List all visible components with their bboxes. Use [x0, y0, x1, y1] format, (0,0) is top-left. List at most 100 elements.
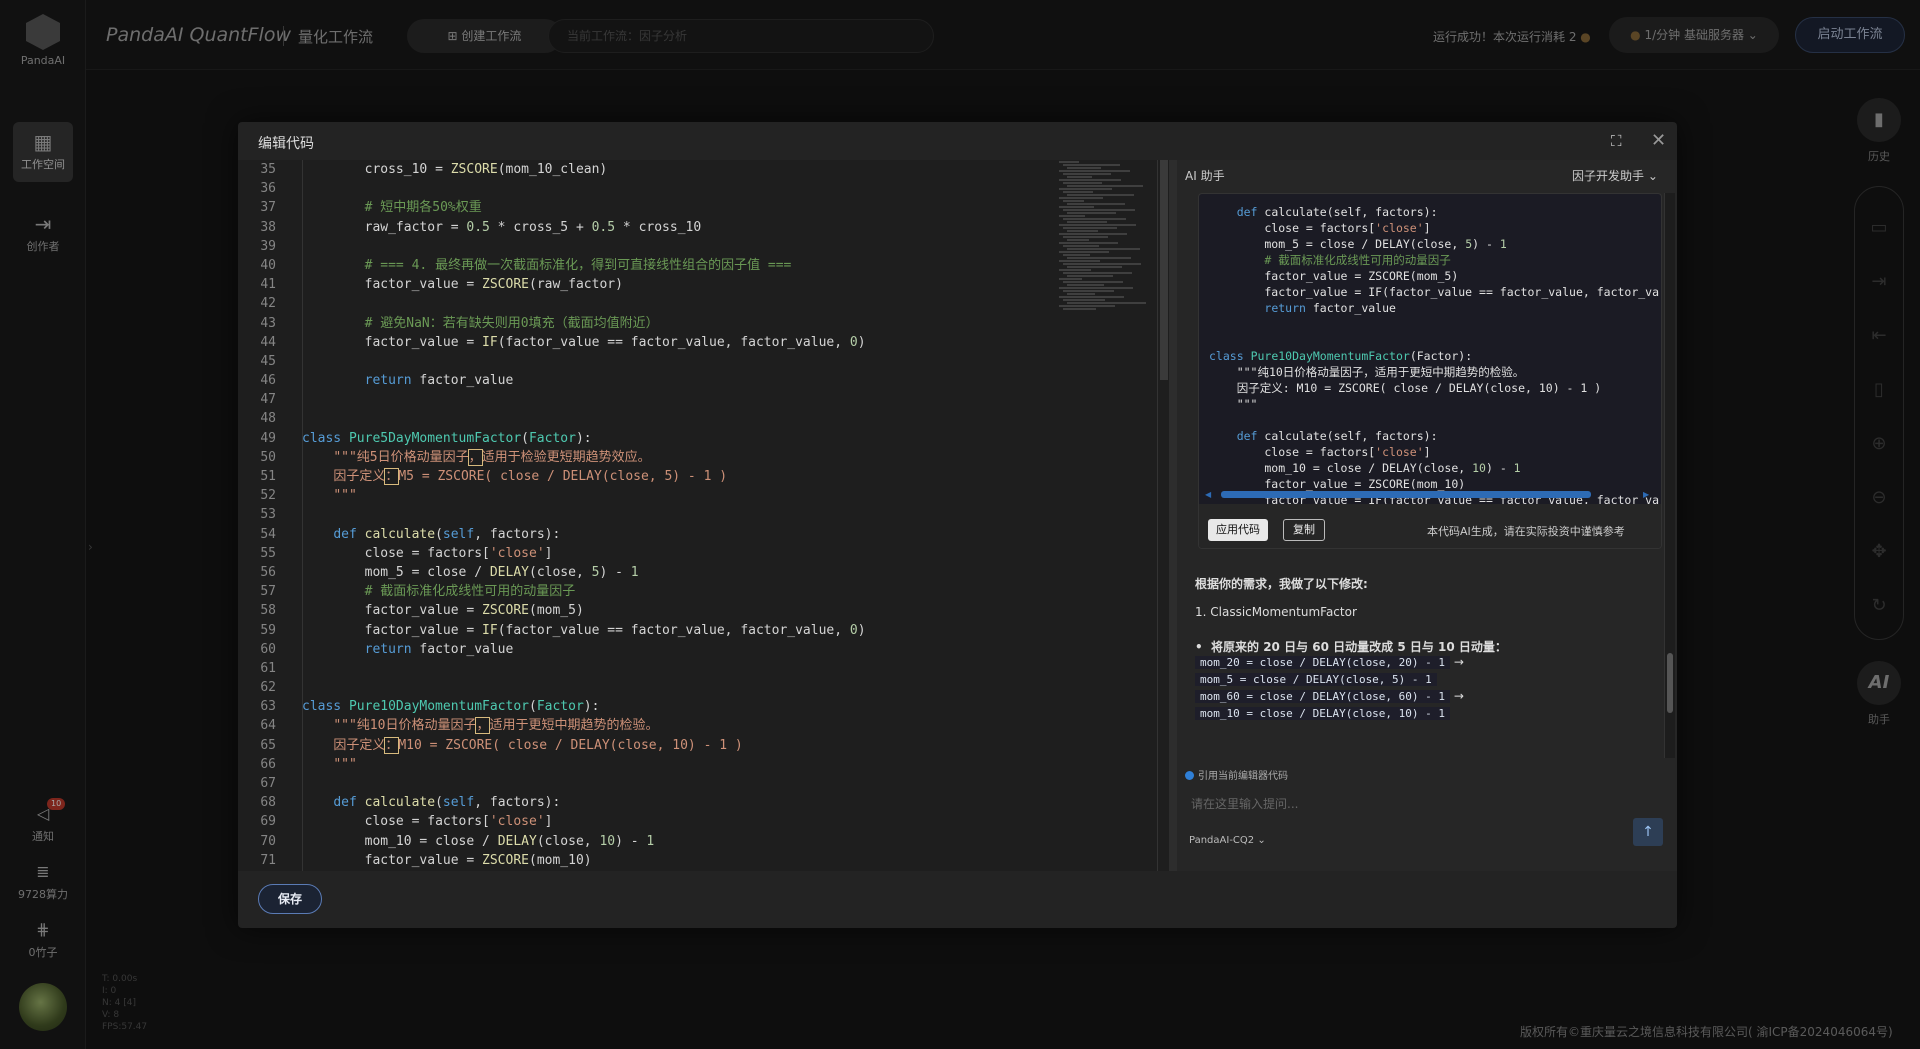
assistant-mode-select[interactable]: 因子开发助手 ⌄ — [1572, 167, 1658, 184]
ai-code-line: factor_value = ZSCORE(mom_5) — [1209, 268, 1659, 284]
app-root: PandaAI ▦ 工作空间 ⇥ 创作者 ◁ 10 通知 ≣ 9728算力 ⋕ … — [0, 0, 1920, 1049]
code-line: 53 — [238, 505, 1058, 524]
line-number: 46 — [260, 373, 276, 389]
chevron-down-icon: ⌄ — [1644, 169, 1658, 183]
code-token: ( — [521, 430, 529, 446]
copy-button[interactable]: 复制 — [1283, 519, 1325, 541]
code-line: 65 因子定义：M10 = ZSCORE( close / DELAY(clos… — [238, 736, 1058, 755]
scroll-right-icon[interactable]: ▶ — [1643, 490, 1649, 499]
maximize-icon[interactable]: ⛶ — [1611, 132, 1622, 150]
code-hscrollbar[interactable]: ◀ ▶ — [1203, 490, 1655, 499]
code-token: ) - — [1472, 237, 1500, 251]
code-editor[interactable]: 35 cross_10 = ZSCORE(mom_10_clean) 36 37 #… — [238, 160, 1169, 871]
line-content: factor_value = IF(factor_value == factor… — [302, 621, 866, 640]
apply-code-button[interactable]: 应用代码 — [1208, 519, 1268, 541]
scroll-left-icon[interactable]: ◀ — [1205, 490, 1211, 499]
scroll-thumb[interactable] — [1160, 160, 1168, 380]
line-content: 因子定义：M5 = ZSCORE( close / DELAY(close, 5… — [302, 467, 727, 486]
line-number: 36 — [260, 181, 276, 197]
code-lines: 35 cross_10 = ZSCORE(mom_10_clean) 36 37 #… — [238, 160, 1058, 871]
bullet-dot: • — [1195, 640, 1212, 654]
code-minimap[interactable] — [1059, 160, 1159, 330]
line-content: class Pure10DayMomentumFactor(Factor): — [302, 697, 599, 716]
ai-code-line: def calculate(self, factors): — [1209, 204, 1659, 220]
code-token: return — [1264, 301, 1306, 315]
minimap-line — [1067, 203, 1125, 205]
code-token: class — [1209, 349, 1244, 363]
code-token: 10 — [1472, 461, 1486, 475]
code-token: ] — [544, 814, 553, 830]
code-token: factor_value = ZSCORE(mom_5) — [1209, 269, 1459, 283]
code-line: 36 — [238, 179, 1058, 198]
code-token: calculate(self, factors): — [1257, 205, 1438, 219]
code-token: def — [333, 795, 357, 811]
minimap-line — [1063, 227, 1117, 229]
message-text: 根据你的需求，我做了以下修改: — [1195, 577, 1368, 591]
chat-scrollbar[interactable] — [1665, 193, 1675, 758]
inline-code: mom_10 = close / DELAY(close, 10) - 1 — [1195, 707, 1451, 720]
send-button[interactable]: ↑ — [1633, 818, 1663, 846]
line-content: mom_5 = close / DELAY(close, 5) - 1 — [302, 563, 639, 582]
code-token: 'close' — [1375, 445, 1424, 459]
model-select[interactable]: PandaAI-CQ2 ⌄ — [1189, 835, 1266, 846]
scroll-thumb[interactable] — [1667, 653, 1673, 713]
code-token: ) - — [615, 833, 647, 849]
line-number: 51 — [260, 469, 276, 484]
prompt-input[interactable]: 请在这里输入提问... — [1191, 795, 1298, 812]
code-token: calculate — [364, 795, 436, 811]
hscroll-thumb[interactable] — [1221, 491, 1591, 498]
code-token: IF — [482, 334, 498, 350]
code-token: 因子定义 — [333, 737, 386, 753]
cite-editor-toggle[interactable]: 引用当前编辑器代码 — [1185, 767, 1288, 782]
model-label: PandaAI-CQ2 — [1189, 835, 1255, 846]
code-line: 44 factor_value = IF(factor_value == fac… — [238, 333, 1058, 352]
line-number: 47 — [260, 392, 276, 408]
code-token: return — [364, 373, 412, 389]
minimap-line — [1059, 233, 1127, 235]
line-number: 57 — [260, 584, 276, 600]
line-content: return factor_value — [302, 371, 514, 390]
code-token: 'close' — [489, 545, 545, 561]
line-content: """纯10日价格动量因子，适用于更短中期趋势的检验。 — [302, 716, 658, 735]
code-line: 39 — [238, 237, 1058, 256]
editor-scrollbar[interactable] — [1157, 160, 1169, 871]
code-token: # 截面标准化成线性可用的动量因子 — [1264, 253, 1451, 267]
ai-code-line: class Pure10DayMomentumFactor(Factor): — [1209, 348, 1659, 364]
code-token: def — [333, 526, 357, 542]
code-token: Pure10DayMomentumFactor — [1250, 349, 1410, 363]
code-token: DELAY — [489, 564, 529, 580]
code-token: """ — [333, 488, 357, 504]
code-token: 0.5 — [466, 219, 490, 235]
minimap-line — [1063, 236, 1108, 238]
line-number: 56 — [260, 564, 276, 580]
save-button[interactable]: 保存 — [258, 884, 322, 914]
line-content: close = factors['close'] — [302, 812, 553, 831]
arrow-icon: → — [1453, 689, 1464, 703]
line-number: 69 — [260, 814, 276, 830]
code-token: ) — [857, 622, 866, 638]
close-icon[interactable]: ✕ — [1651, 130, 1666, 151]
ai-chat-body[interactable]: def calculate(self, factors): close = fa… — [1179, 193, 1665, 758]
split-divider[interactable] — [1169, 160, 1177, 871]
code-token: mom_5 = close / — [364, 564, 490, 580]
minimap-line — [1067, 248, 1140, 250]
ai-code-line: mom_10 = close / DELAY(close, 10) - 1 — [1209, 460, 1659, 476]
code-token: Pure5DayMomentumFactor — [348, 430, 522, 446]
line-content: factor_value = ZSCORE(mom_5) — [302, 601, 584, 620]
code-token: self — [442, 795, 475, 811]
minimap-line — [1059, 197, 1103, 199]
code-token: ZSCORE — [482, 852, 529, 868]
code-token: (factor_value == factor_value, factor_va… — [497, 622, 850, 638]
line-number: 65 — [260, 737, 276, 753]
code-token: mom_10 = close / DELAY(close, — [1209, 461, 1473, 475]
code-token: factor_value = — [364, 603, 483, 619]
line-number: 37 — [260, 200, 276, 216]
